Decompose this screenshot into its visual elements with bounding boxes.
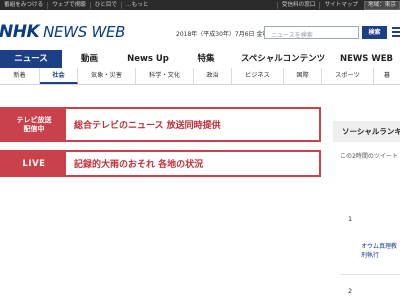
category-society[interactable]: 社会: [40, 68, 78, 84]
menu-icon[interactable]: [392, 27, 400, 37]
live-banner[interactable]: LIVE 記録的大雨のおそれ 各地の状況: [0, 150, 321, 177]
social-ranking-subtitle: この2時間のツイート: [340, 153, 398, 160]
utility-right-links: 受信料の窓口 サイトマップ 地域：東京: [276, 0, 400, 10]
category-weather-disaster[interactable]: 気象・災害: [78, 68, 136, 84]
ranking-item-1-link[interactable]: オウム真理教 刑執行: [361, 242, 400, 260]
category-science-culture[interactable]: 科学・文化: [136, 68, 194, 84]
utility-links: 番組をみつける ウェブで視聴 ひと目で …もっと: [0, 0, 152, 10]
region-select[interactable]: 地域：東京: [364, 0, 400, 10]
live-tag: LIVE: [2, 152, 66, 175]
header: NHK NEWS WEB 2018年（平成30年）7月6日 金曜日 ニュースを検…: [0, 16, 400, 46]
utility-link-fee-window[interactable]: 受信料の窓口: [276, 1, 320, 9]
utility-link-watch-web[interactable]: ウェブで視聴: [48, 1, 91, 9]
tv-broadcast-banner[interactable]: テレビ放送 配信中 総合テレビのニュース 放送同時提供: [0, 107, 321, 142]
nhk-news-web-logo[interactable]: NHK NEWS WEB: [0, 22, 126, 42]
ranking-divider: [340, 274, 400, 275]
utility-link-find-programs[interactable]: 番組をみつける: [0, 1, 49, 9]
category-nav: 新着 社会 気象・災害 科学・文化 政治 ビジネス 国際 スポーツ 暮: [0, 68, 400, 85]
logo-service: NEWS WEB: [43, 23, 126, 41]
nav-video[interactable]: 動画: [62, 50, 117, 68]
ranking-number-1: 1: [348, 215, 353, 223]
nav-features[interactable]: 特集: [179, 50, 233, 68]
category-business[interactable]: ビジネス: [232, 68, 284, 84]
search-input[interactable]: ニュースを検索: [264, 26, 359, 39]
category-life[interactable]: 暮: [374, 68, 400, 84]
utility-bar: 番組をみつける ウェブで視聴 ひと目で …もっと 受信料の窓口 サイトマップ 地…: [0, 0, 400, 10]
category-international[interactable]: 国際: [284, 68, 322, 84]
category-politics[interactable]: 政治: [194, 68, 232, 84]
tv-broadcast-tag: テレビ放送 配信中: [2, 109, 66, 140]
nav-news-up[interactable]: News Up: [117, 50, 179, 68]
ranking-number-2: 2: [348, 287, 353, 295]
utility-link-at-a-glance[interactable]: ひと目で: [91, 1, 122, 9]
social-ranking-title: ソーシャルランキング: [333, 121, 400, 142]
category-sports[interactable]: スポーツ: [322, 68, 374, 84]
nav-news[interactable]: ニュース: [0, 50, 62, 68]
nav-news-web[interactable]: NEWS WEB: [333, 50, 400, 68]
logo-nhk: NHK: [0, 22, 40, 42]
utility-link-more[interactable]: …もっと: [122, 2, 152, 9]
nav-special-contents[interactable]: スペシャルコンテンツ: [233, 50, 333, 68]
tv-broadcast-headline[interactable]: 総合テレビのニュース 放送同時提供: [66, 109, 221, 140]
primary-nav: ニュース 動画 News Up 特集 スペシャルコンテンツ NEWS WEB: [0, 50, 400, 68]
utility-link-sitemap[interactable]: サイトマップ: [319, 1, 362, 9]
current-date: 2018年（平成30年）7月6日 金曜日: [176, 31, 275, 38]
category-latest[interactable]: 新着: [0, 68, 40, 84]
search-button[interactable]: 検索: [362, 26, 387, 39]
live-headline[interactable]: 記録的大雨のおそれ 各地の状況: [66, 152, 203, 175]
